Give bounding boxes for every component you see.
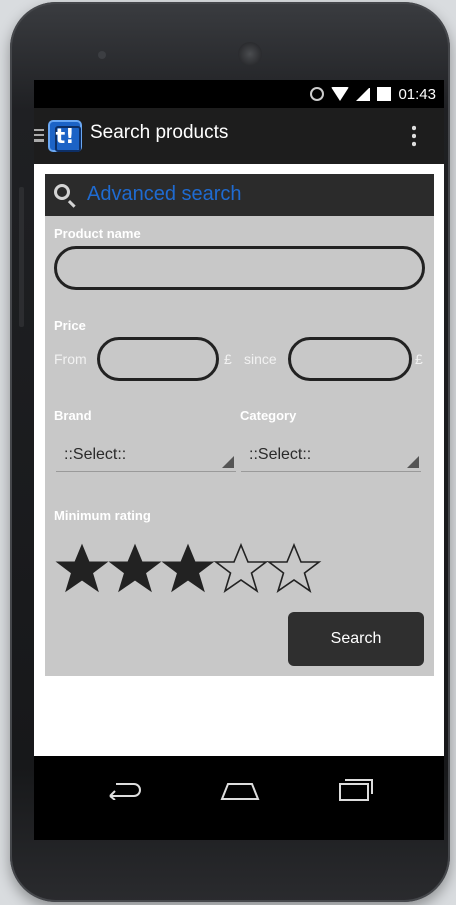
search-icon [54, 184, 70, 200]
price-since-currency: £ [415, 351, 423, 367]
price-label: Price [54, 318, 86, 333]
product-name-input[interactable] [54, 246, 425, 290]
recents-icon[interactable] [336, 776, 374, 802]
navigation-bar [34, 756, 444, 840]
search-button[interactable]: Search [288, 612, 424, 666]
content-area: Advanced search Product name Price From … [34, 164, 444, 756]
battery-icon [377, 87, 392, 101]
minimum-rating-label: Minimum rating [54, 508, 151, 523]
price-from-currency: £ [224, 351, 232, 367]
brand-label: Brand [54, 408, 92, 423]
status-time: 01:43 [398, 85, 436, 103]
logo-text: t! [55, 124, 75, 148]
front-camera [98, 51, 106, 59]
product-name-label: Product name [54, 226, 141, 241]
brand-select[interactable]: ::Select:: [56, 440, 236, 472]
star-filled-icon[interactable] [54, 542, 110, 598]
earpiece-speaker [238, 42, 262, 66]
price-from-input[interactable] [97, 337, 219, 381]
phone-screen: 01:43 t! Search products Advanced search… [34, 80, 444, 840]
brand-selected-value: ::Select:: [64, 446, 127, 463]
back-icon[interactable] [106, 780, 144, 800]
panel-title: Advanced search [87, 183, 242, 205]
page-title: Search products [90, 122, 229, 143]
dropdown-arrow-icon [407, 456, 419, 468]
star-empty-icon[interactable] [266, 542, 322, 598]
alarm-icon [310, 87, 325, 101]
category-selected-value: ::Select:: [249, 446, 312, 463]
advanced-search-panel: Advanced search Product name Price From … [45, 174, 434, 676]
price-since-input[interactable] [288, 337, 412, 381]
price-from-label: From [54, 351, 87, 367]
star-empty-icon[interactable] [213, 542, 269, 598]
signal-icon [356, 87, 371, 101]
overflow-menu-icon[interactable] [412, 124, 416, 148]
star-filled-icon[interactable] [160, 542, 216, 598]
menu-icon[interactable] [34, 129, 44, 142]
wifi-icon [331, 87, 350, 101]
status-bar: 01:43 [34, 80, 444, 108]
category-label: Category [240, 408, 297, 423]
panel-header: Advanced search [45, 174, 434, 216]
price-since-label: since [244, 351, 277, 367]
home-icon[interactable] [220, 782, 260, 800]
star-filled-icon[interactable] [107, 542, 163, 598]
phone-side-button [19, 187, 24, 327]
category-select[interactable]: ::Select:: [241, 440, 421, 472]
dropdown-arrow-icon [222, 456, 234, 468]
logo-icon[interactable]: t! [48, 120, 82, 152]
rating-stars[interactable] [54, 542, 322, 598]
action-bar: t! Search products [34, 108, 444, 164]
